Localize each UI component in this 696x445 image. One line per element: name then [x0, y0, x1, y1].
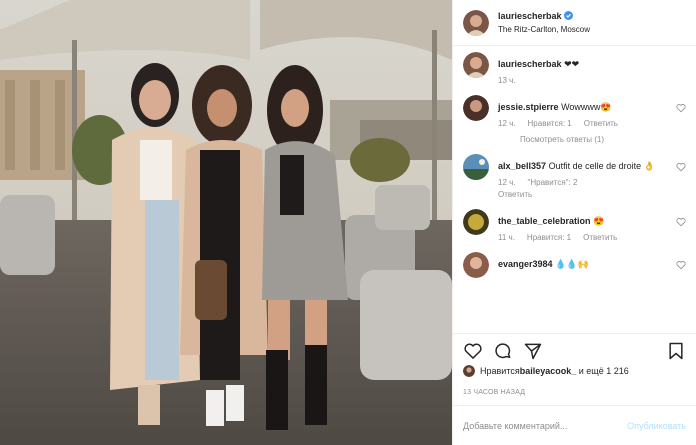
comment-item: evanger3984 💧💧🙌 — [453, 252, 696, 278]
caption-avatar[interactable] — [463, 52, 489, 78]
comment-username[interactable]: alx_bell357 — [498, 161, 546, 171]
caption-username[interactable]: lauriescherbak — [498, 59, 562, 69]
caption-time: 13 ч. — [498, 76, 516, 85]
bookmark-icon[interactable] — [666, 341, 686, 361]
comment-username[interactable]: the_table_celebration — [498, 216, 591, 226]
post-photo[interactable] — [0, 0, 452, 445]
comment-username[interactable]: jessie.stpierre — [498, 102, 559, 112]
comment-likes-button[interactable]: Нравится: 1 — [528, 119, 572, 128]
small-heart-icon[interactable] — [676, 103, 686, 113]
share-icon[interactable] — [523, 341, 543, 361]
commenter-avatar[interactable] — [463, 95, 489, 121]
comment-likes-button[interactable]: Нравится: 1 — [527, 233, 571, 242]
author-avatar[interactable] — [463, 9, 489, 36]
liker-username[interactable]: baileyacook_ — [520, 366, 577, 376]
comment-text: 💧💧🙌 — [555, 259, 589, 269]
commenter-avatar[interactable] — [463, 154, 489, 180]
commenter-avatar[interactable] — [463, 209, 489, 235]
commenter-avatar[interactable] — [463, 252, 489, 278]
caption: lauriescherbak ❤❤ 13 ч. — [453, 52, 696, 85]
post-timestamp[interactable]: 13 ЧАСОВ НАЗАД — [463, 389, 525, 396]
comment-item: alx_bell357 Outfit de celle de droite 👌 … — [453, 154, 696, 199]
likes-count[interactable]: и ещё 1 216 — [576, 366, 629, 376]
comment-reply-button[interactable]: Ответить — [583, 233, 617, 242]
add-comment-bar: Опубликовать — [453, 405, 696, 445]
liker-avatar — [463, 365, 475, 377]
comments-list[interactable]: lauriescherbak ❤❤ 13 ч. jessie.stpierre … — [453, 52, 696, 330]
comment-icon[interactable] — [493, 341, 513, 361]
comment-reply-button[interactable]: Ответить — [584, 119, 618, 128]
comment-item: the_table_celebration 😍 11 ч. Нравится: … — [453, 209, 696, 242]
comment-input[interactable] — [463, 420, 628, 431]
comment-text: 😍 — [593, 216, 605, 226]
post-header: lauriescherbak The Ritz-Carlton, Moscow — [453, 0, 696, 46]
comment-time: 12 ч. — [498, 119, 516, 128]
verified-badge-icon — [563, 10, 573, 20]
publish-button[interactable]: Опубликовать — [627, 421, 686, 431]
comment-reply-button[interactable]: Ответить — [498, 190, 532, 199]
comment-likes-button[interactable]: "Нравится": 2 — [528, 178, 578, 187]
comment-username[interactable]: evanger3984 — [498, 259, 553, 269]
heart-icon[interactable] — [463, 341, 483, 361]
post-sidebar: lauriescherbak The Ritz-Carlton, Moscow … — [452, 0, 696, 445]
small-heart-icon[interactable] — [676, 217, 686, 227]
comment-time: 11 ч. — [498, 233, 515, 242]
view-replies-button[interactable]: Посмотреть ответы (1) — [498, 135, 668, 144]
comment-time: 12 ч. — [498, 178, 516, 187]
author-username[interactable]: lauriescherbak — [498, 11, 562, 21]
photo-image — [0, 0, 452, 445]
comment-item: jessie.stpierre Wowwww😍 12 ч. Нравится: … — [453, 95, 696, 144]
likes-summary[interactable]: Нравится baileyacook_ и ещё 1 216 — [463, 365, 686, 377]
caption-text: ❤❤ — [564, 59, 580, 69]
post-location[interactable]: The Ritz-Carlton, Moscow — [498, 23, 590, 36]
likes-prefix: Нравится — [480, 366, 520, 376]
comment-text: Outfit de celle de droite 👌 — [548, 161, 655, 171]
small-heart-icon[interactable] — [676, 260, 686, 270]
small-heart-icon[interactable] — [676, 162, 686, 172]
post-actions-bar — [453, 333, 696, 367]
comment-text: Wowwww😍 — [561, 102, 612, 112]
